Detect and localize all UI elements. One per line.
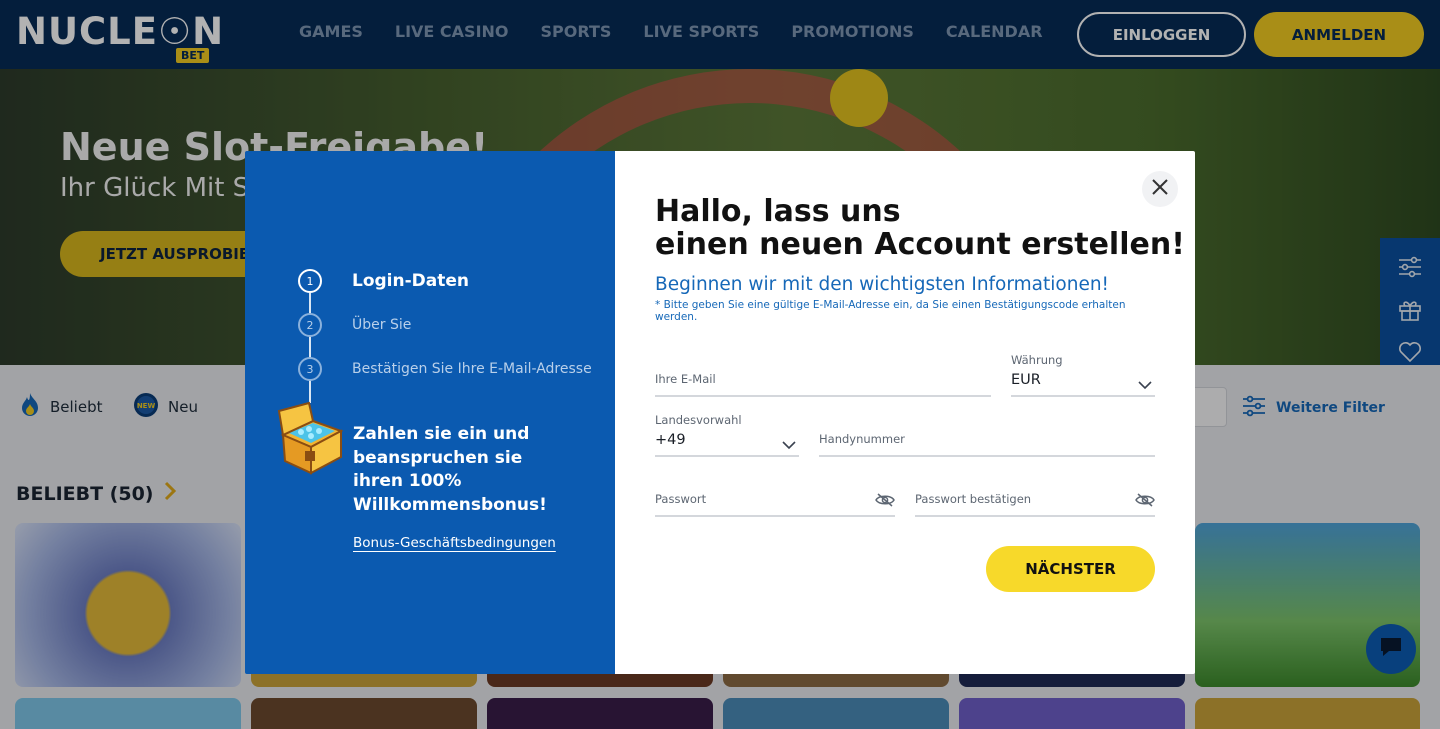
promo-line: beanspruchen sie — [353, 447, 523, 468]
steps-connector — [309, 293, 311, 403]
step-number: 1 — [298, 269, 322, 293]
heading-line: einen neuen Account erstellen! — [655, 227, 1185, 262]
currency-value: EUR — [1011, 372, 1041, 388]
eye-off-icon[interactable] — [875, 492, 895, 508]
password-field[interactable]: Passwort — [655, 477, 895, 517]
step-label: Bestätigen Sie Ihre E-Mail-Adresse — [352, 361, 592, 377]
step-about-you: 2 Über Sie — [298, 313, 411, 337]
currency-select[interactable]: Währung EUR — [1011, 351, 1155, 397]
phone-label: Handynummer — [819, 432, 905, 446]
registration-modal: 1 Login-Daten 2 Über Sie 3 Bestätigen Si… — [245, 151, 1195, 674]
country-code-select[interactable]: Landesvorwahl +49 — [655, 411, 799, 457]
welcome-bonus-text: Zahlen sie ein und beanspruchen sie ihre… — [353, 423, 583, 517]
email-hint: * Bitte geben Sie eine gültige E-Mail-Ad… — [655, 299, 1126, 323]
registration-form-panel: Hallo, lass uns einen neuen Account erst… — [615, 151, 1195, 674]
promo-line: Willkommensbonus! — [353, 494, 547, 515]
bonus-terms-link[interactable]: Bonus-Geschäftsbedingungen — [353, 535, 556, 551]
eye-off-icon[interactable] — [1135, 492, 1155, 508]
step-label: Login-Daten — [352, 271, 470, 291]
password-confirm-field[interactable]: Passwort bestätigen — [915, 477, 1155, 517]
phone-number-field[interactable]: Handynummer — [819, 417, 1155, 457]
next-button[interactable]: NÄCHSTER — [986, 546, 1155, 592]
password-confirm-label: Passwort bestätigen — [915, 492, 1032, 506]
treasure-chest-icon — [275, 401, 349, 477]
modal-heading: Hallo, lass uns einen neuen Account erst… — [655, 195, 1185, 261]
modal-subheading: Beginnen wir mit den wichtigsten Informa… — [655, 274, 1109, 295]
country-code-value: +49 — [655, 432, 686, 448]
currency-label: Währung — [1011, 353, 1063, 367]
step-label: Über Sie — [352, 317, 412, 333]
promo-line: ihren 100% — [353, 471, 462, 491]
email-field[interactable]: Ihre E-Mail — [655, 357, 991, 397]
chevron-down-icon — [779, 437, 799, 453]
step-number: 2 — [298, 313, 322, 337]
promo-line: Zahlen sie ein und — [353, 424, 530, 444]
country-code-label: Landesvorwahl — [655, 413, 742, 427]
step-login-data: 1 Login-Daten — [298, 269, 469, 293]
step-confirm-email: 3 Bestätigen Sie Ihre E-Mail-Adresse — [298, 357, 592, 381]
chevron-down-icon — [1135, 377, 1155, 393]
email-label: Ihre E-Mail — [655, 372, 716, 386]
password-label: Passwort — [655, 492, 707, 506]
registration-sidebar: 1 Login-Daten 2 Über Sie 3 Bestätigen Si… — [245, 151, 615, 674]
heading-line: Hallo, lass uns — [655, 194, 901, 229]
step-number: 3 — [298, 357, 322, 381]
